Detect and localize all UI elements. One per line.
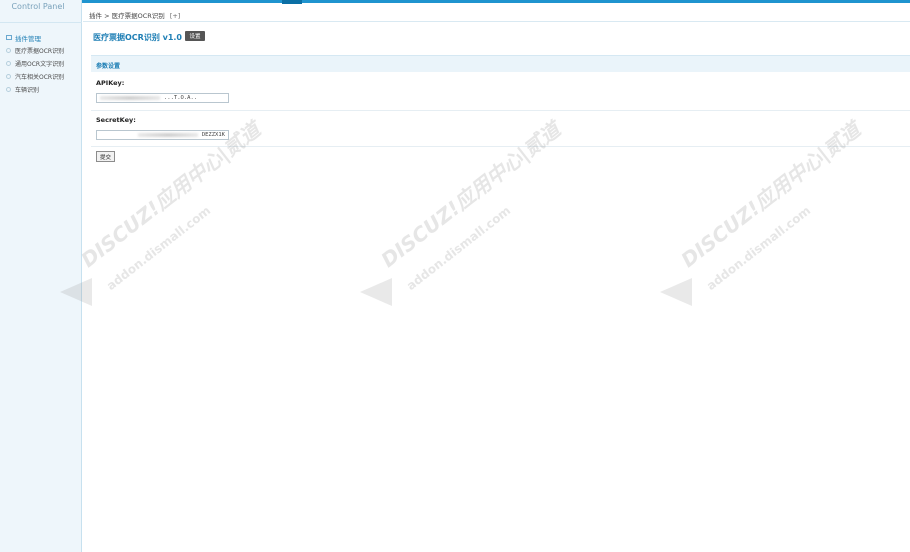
bullet-icon <box>6 87 11 92</box>
watermark-arrow-icon <box>360 278 392 306</box>
bullet-icon <box>6 48 11 53</box>
sidebar-group-plugin-manage[interactable]: 插件管理 <box>6 31 80 44</box>
sidebar-item-label: 汽车相关OCR识别 <box>15 74 65 81</box>
row-divider <box>91 110 910 111</box>
sidebar-item-general-ocr[interactable]: 通用OCR文字识别 <box>6 57 80 70</box>
secretkey-input[interactable]: DEZZX1K <box>96 130 229 140</box>
redacted-mask <box>137 132 198 137</box>
folder-icon <box>6 35 12 40</box>
watermark-arrow-icon <box>660 278 692 306</box>
watermark: DISCUZ!应用中心|贰道 addon.dismall.com <box>60 118 290 320</box>
bullet-icon <box>6 74 11 79</box>
breadcrumb-add-button[interactable]: [+] <box>170 12 181 20</box>
watermark: DISCUZ!应用中心|贰道 addon.dismall.com <box>660 118 890 320</box>
redacted-mask <box>100 95 160 100</box>
sidebar-item-label: 医疗票据OCR识别 <box>15 48 65 55</box>
breadcrumb-text[interactable]: 插件 > 医疗票据OCR识别 <box>89 12 165 20</box>
sidebar-group-label: 插件管理 <box>15 34 41 43</box>
breadcrumb: 插件 > 医疗票据OCR识别 [+] <box>89 10 180 20</box>
apikey-value: ...T.O.A.. <box>164 95 198 101</box>
control-panel-title: Control Panel <box>11 2 65 11</box>
sidebar-item-label: 车辆识别 <box>15 87 40 94</box>
section-header: 参数设置 <box>91 55 910 72</box>
secretkey-label: SecretKey: <box>96 116 136 124</box>
sidebar-item-car-ocr[interactable]: 汽车相关OCR识别 <box>6 70 80 83</box>
sidebar-item-vehicle-recognition[interactable]: 车辆识别 <box>6 83 80 96</box>
sidebar-nav: 插件管理 医疗票据OCR识别 通用OCR文字识别 汽车相关OCR识别 车辆识别 <box>6 31 80 96</box>
sidebar-item-medical-ocr[interactable]: 医疗票据OCR识别 <box>6 44 80 57</box>
watermark: DISCUZ!应用中心|贰道 addon.dismall.com <box>360 118 590 320</box>
watermark-arrow-icon <box>60 278 92 306</box>
submit-button[interactable]: 提交 <box>96 151 115 162</box>
breadcrumb-divider <box>83 21 910 22</box>
apikey-input[interactable]: ...T.O.A.. <box>96 93 229 103</box>
sidebar-divider <box>0 22 82 23</box>
sidebar-item-label: 通用OCR文字识别 <box>15 61 65 68</box>
apikey-label: APIKey: <box>96 79 125 87</box>
bullet-icon <box>6 61 11 66</box>
plugin-title: 医疗票据OCR识别 v1.0 <box>93 33 183 42</box>
settings-button[interactable]: 设置 <box>185 31 205 41</box>
section-title: 参数设置 <box>96 63 121 70</box>
